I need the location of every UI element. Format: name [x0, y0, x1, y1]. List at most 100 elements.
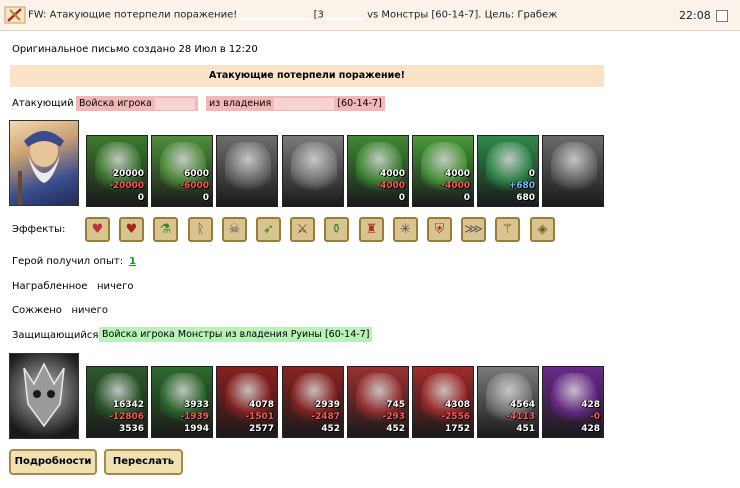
unit-remaining: 1752: [444, 424, 470, 434]
result-banner: Атакующие потерпели поражение!: [10, 65, 604, 87]
experience-row: Герой получил опыт: 1: [12, 256, 136, 267]
defender-unit-imp[interactable]: 428 -0 428: [542, 366, 604, 438]
attacker-unit-dwarf[interactable]: 20000 -20000 0: [86, 135, 148, 207]
unit-losses: -6000: [180, 181, 209, 191]
message-subject: FW: Атакующие потерпели поражение! [3 vs…: [28, 9, 558, 21]
unit-count: 16342: [112, 400, 144, 410]
details-button[interactable]: Подробности: [9, 449, 97, 475]
attacker-unit-druid[interactable]: 0 +680 680: [477, 135, 539, 207]
effects-label: Эффекты:: [12, 224, 66, 235]
attacker-army: Войска игрока: [76, 96, 198, 111]
burned-label: Сожжено: [12, 305, 62, 316]
unit-losses: -12806: [108, 412, 144, 422]
unit-count: 4564: [509, 400, 535, 410]
effect-web-icon[interactable]: ✳: [393, 217, 418, 242]
defender-unit-orc-warrior[interactable]: 4078 -1501 2577: [216, 366, 278, 438]
defender-unit-ogre[interactable]: 3933 -1939 1994: [151, 366, 213, 438]
attacker-unit-ghost[interactable]: [542, 135, 604, 207]
ghost-icon: [551, 142, 597, 192]
unit-count: 20000: [112, 169, 144, 179]
burned-row: Сожжено ничего: [12, 305, 108, 316]
attacker-unit-archer[interactable]: 4000 -4000 0: [347, 135, 409, 207]
message-title-bar: FW: Атакующие потерпели поражение! [3 vs…: [0, 0, 740, 31]
unit-remaining: 452: [386, 424, 405, 434]
attacker-label: Атакующий: [12, 98, 74, 109]
attacker-unit-paladin[interactable]: [216, 135, 278, 207]
monster-emblem-icon: [23, 362, 65, 428]
unit-losses: -1501: [245, 412, 274, 422]
defender-army: Войска игрока Монстры из владения Руины …: [99, 327, 373, 342]
original-note: Оригинальное письмо создано 28 Июл в 12:…: [12, 44, 258, 55]
effect-shield-icon[interactable]: ⛨: [427, 217, 452, 242]
defender-unit-devil[interactable]: 4308 -2556 1752: [412, 366, 474, 438]
unit-losses: -0: [590, 412, 600, 422]
griffin-icon: [291, 142, 337, 192]
unit-count: 3933: [183, 400, 209, 410]
paladin-icon: [225, 142, 271, 192]
effect-wand-icon[interactable]: ⚚: [495, 217, 520, 242]
defender-unit-demon-spider[interactable]: 16342 -12806 3536: [86, 366, 148, 438]
experience-label: Герой получил опыт:: [12, 256, 124, 267]
experience-value-link[interactable]: 1: [129, 256, 136, 267]
attacker-unit-knight[interactable]: 6000 -6000 0: [151, 135, 213, 207]
attacker-unit-griffin[interactable]: [282, 135, 344, 207]
defender-unit-gargoyle[interactable]: 2939 -2487 452: [282, 366, 344, 438]
unit-remaining: 1994: [183, 424, 209, 434]
reward-row: Награбленное ничего: [12, 281, 133, 292]
message-time: 22:08: [679, 9, 711, 22]
unit-losses: -2487: [311, 412, 340, 422]
unit-remaining: 0: [398, 193, 405, 203]
unit-count: 2939: [314, 400, 340, 410]
defender-unit-golem[interactable]: 4564 -4113 451: [477, 366, 539, 438]
reward-label: Награбленное: [12, 281, 88, 292]
effect-tower-icon[interactable]: ♜: [359, 217, 384, 242]
unit-remaining: 0: [202, 193, 209, 203]
unit-losses: -20000: [108, 181, 144, 191]
forward-button[interactable]: Переслать: [104, 449, 183, 475]
unit-remaining: 451: [516, 424, 535, 434]
effect-skull-icon[interactable]: ☠: [222, 217, 247, 242]
attacker-origin: из владения [60-14-7]: [206, 96, 385, 111]
unit-losses: -1939: [180, 412, 209, 422]
message-sword-icon: [4, 5, 26, 25]
defender-unit-claw-beast[interactable]: 745 -293 452: [347, 366, 409, 438]
unit-remaining: 452: [321, 424, 340, 434]
unit-remaining: 0: [463, 193, 470, 203]
unit-losses: +680: [508, 181, 535, 191]
effect-potion-icon[interactable]: ⚗: [153, 217, 178, 242]
redacted-name: [154, 97, 195, 110]
effect-comb-icon[interactable]: ⋙: [461, 217, 486, 242]
unit-count: 4078: [248, 400, 274, 410]
effect-sword-icon[interactable]: ⚔: [290, 217, 315, 242]
redacted-origin: [274, 97, 335, 110]
reward-value: ничего: [96, 281, 134, 292]
unit-count: 745: [386, 400, 405, 410]
effect-flask-icon[interactable]: ⚱: [324, 217, 349, 242]
effect-rune-icon[interactable]: ᚱ: [188, 217, 213, 242]
unit-remaining: 428: [581, 424, 600, 434]
burned-value: ничего: [71, 305, 108, 316]
attacker-hero-portrait[interactable]: [9, 120, 79, 206]
unit-remaining: 680: [516, 193, 535, 203]
unit-count: 4308: [444, 400, 470, 410]
attacker-unit-ranger[interactable]: 4000 -4000 0: [412, 135, 474, 207]
defender-hero-portrait[interactable]: [9, 353, 79, 439]
select-checkbox[interactable]: [716, 10, 728, 22]
unit-losses: -4000: [441, 181, 470, 191]
unit-count: 4000: [379, 169, 405, 179]
defender-label: Защищающийся: [12, 330, 99, 341]
unit-count: 4000: [444, 169, 470, 179]
unit-losses: -293: [382, 412, 405, 422]
effect-target-icon[interactable]: ◈: [530, 217, 555, 242]
unit-remaining: 2577: [248, 424, 274, 434]
unit-losses: -4113: [506, 412, 535, 422]
unit-count: 428: [581, 400, 600, 410]
effect-heart-arrow-icon[interactable]: ♥: [119, 217, 144, 242]
unit-losses: -2556: [441, 412, 470, 422]
unit-losses: -4000: [376, 181, 405, 191]
effect-heart-icon[interactable]: ♥: [85, 217, 110, 242]
unit-remaining: 0: [137, 193, 144, 203]
unit-count: 0: [528, 169, 535, 179]
effect-bow-icon[interactable]: ➶: [256, 217, 281, 242]
unit-remaining: 3536: [118, 424, 144, 434]
